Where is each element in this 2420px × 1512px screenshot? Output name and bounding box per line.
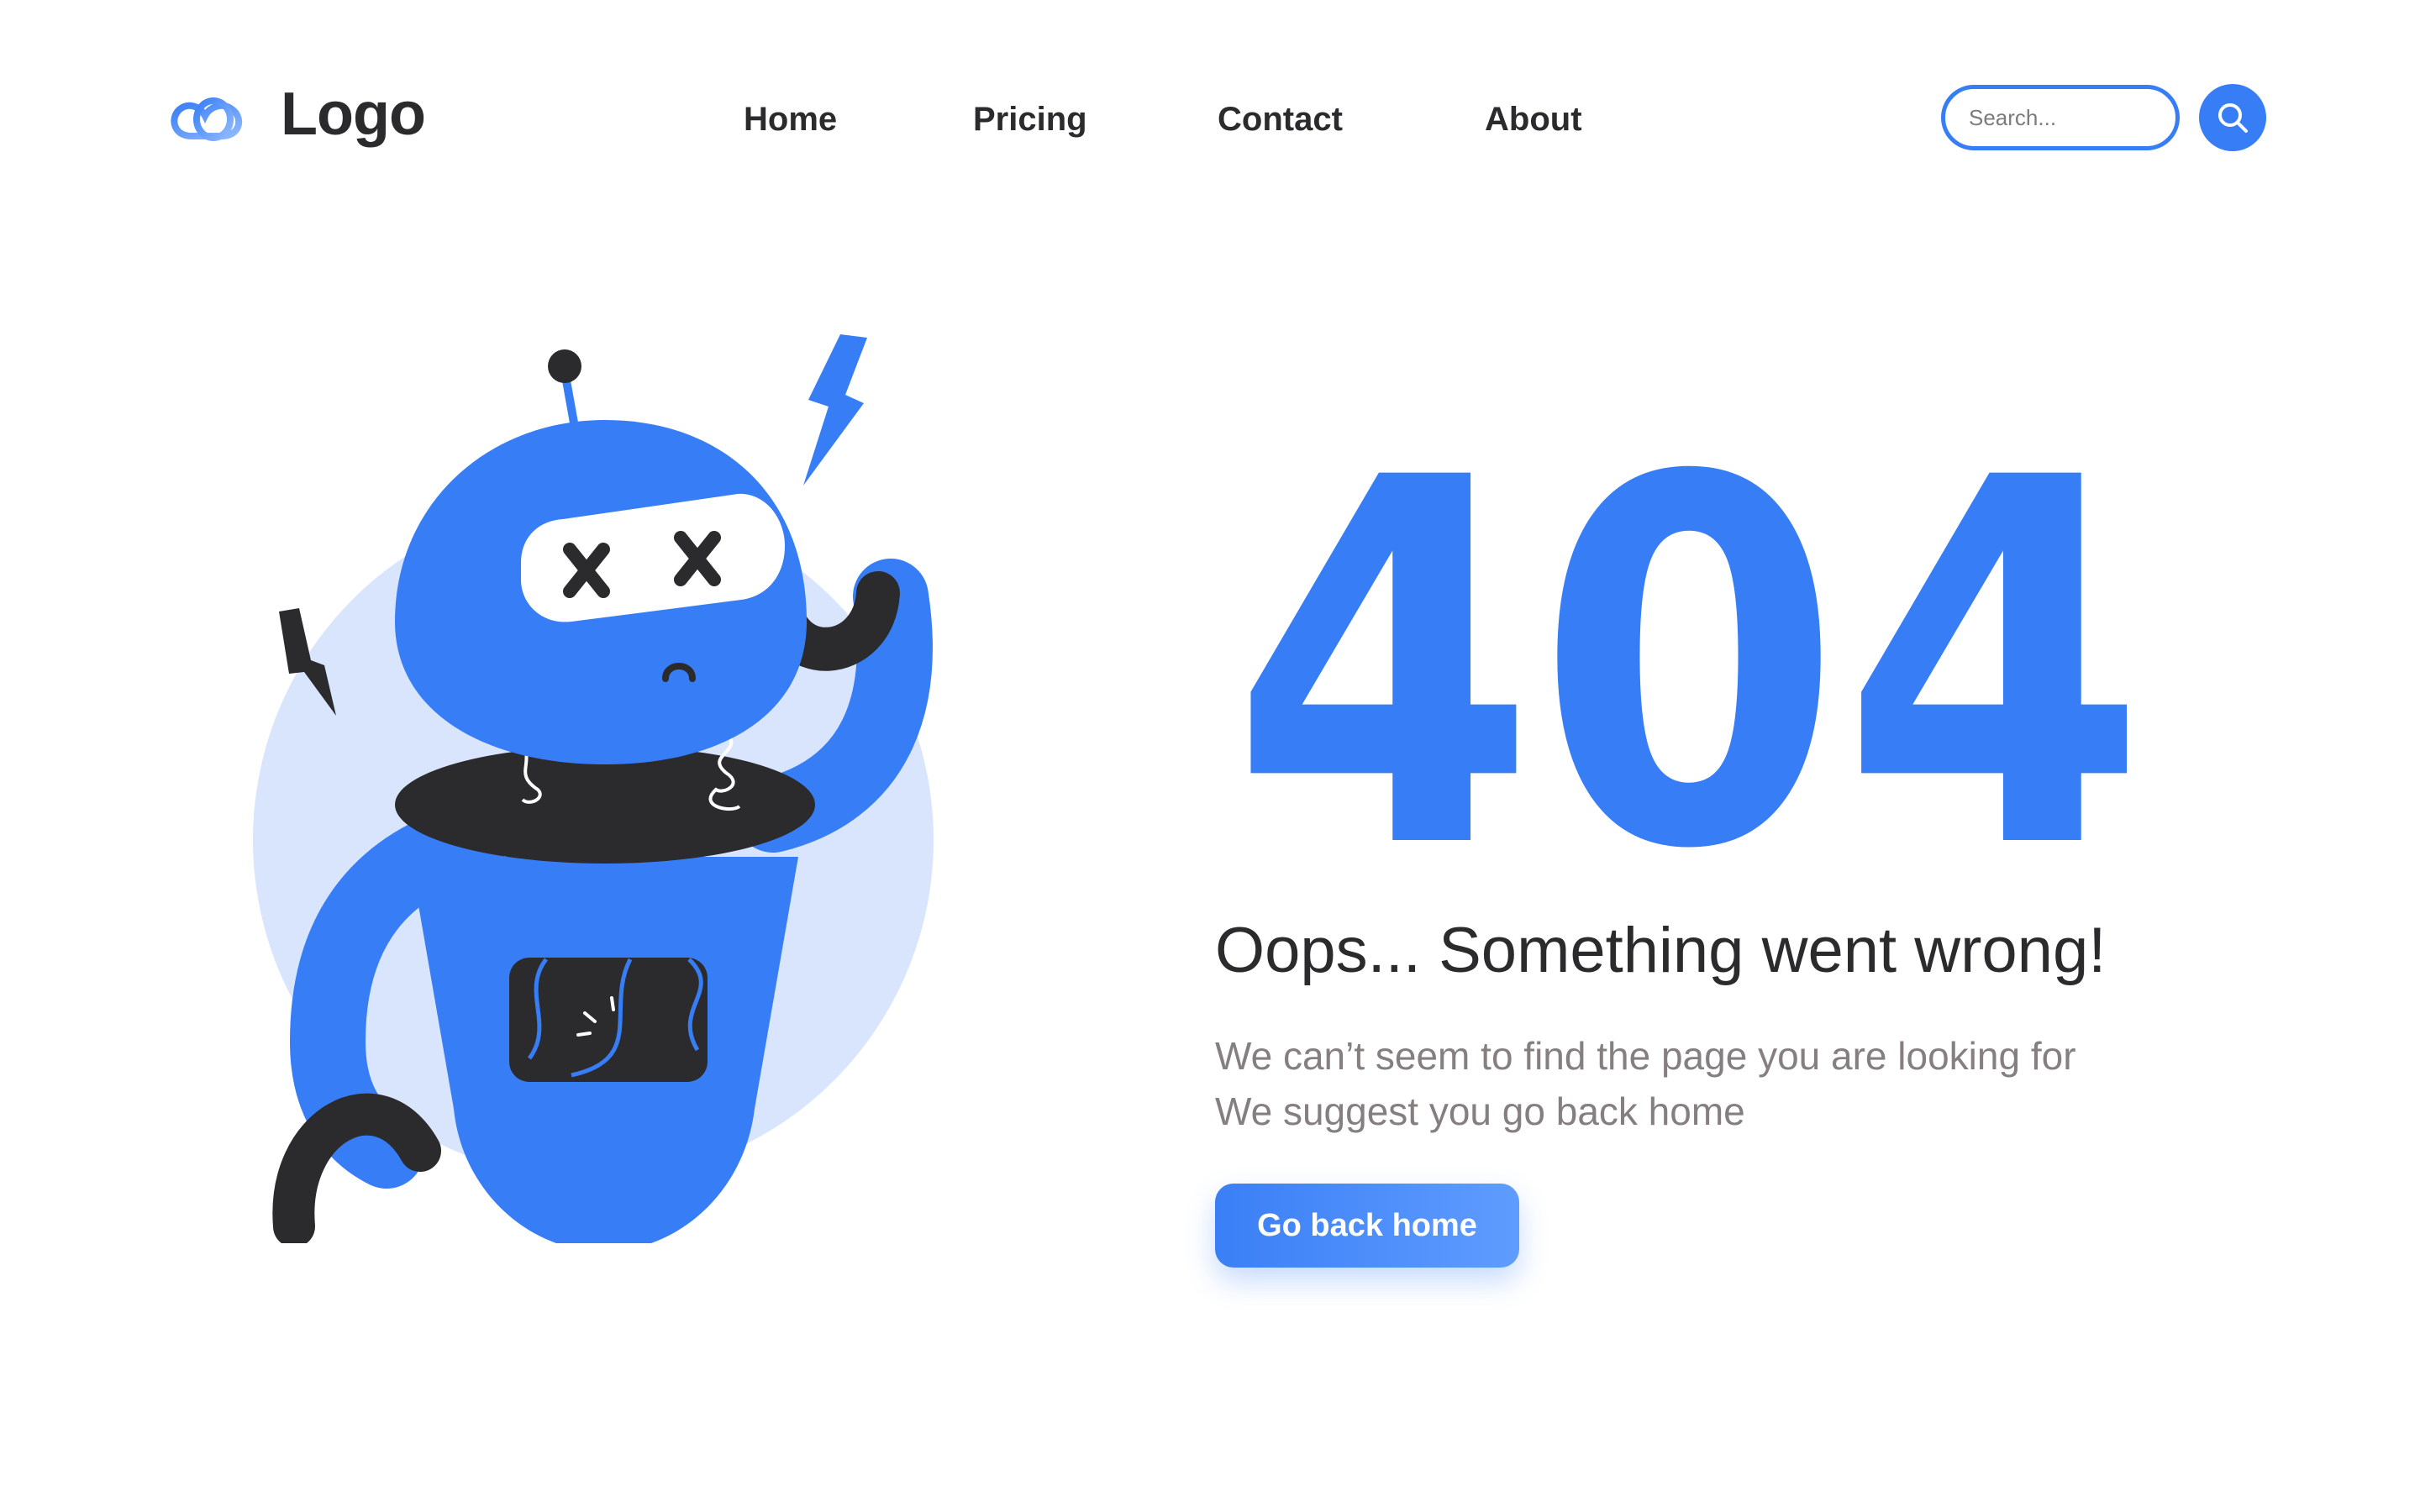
nav-contact[interactable]: Contact [1218,94,1343,144]
search-button[interactable] [2199,84,2266,151]
go-back-home-button[interactable]: Go back home [1215,1184,1519,1268]
error-code: 404 [1210,420,2168,874]
search-icon [2218,103,2248,133]
nav-home[interactable]: Home [744,94,837,144]
search-input[interactable] [1941,85,2180,150]
nav-about[interactable]: About [1485,94,1582,144]
antenna-ball [548,349,581,383]
nav-pricing[interactable]: Pricing [973,94,1087,144]
lightning-icon [803,334,867,486]
error-message-line: We suggest you go back home [1215,1089,1745,1133]
broken-robot-illustration [252,319,1059,1243]
error-message-line: We can’t seem to find the page you are l… [1215,1034,2076,1078]
error-code-text: 404 [1231,420,2147,874]
error-404-page: Logo Home Pricing Contact About Search..… [0,0,2420,1512]
error-message: We can’t seem to find the page you are l… [1215,1028,2307,1139]
error-title: Oops... Something went wrong! [1215,915,2107,986]
